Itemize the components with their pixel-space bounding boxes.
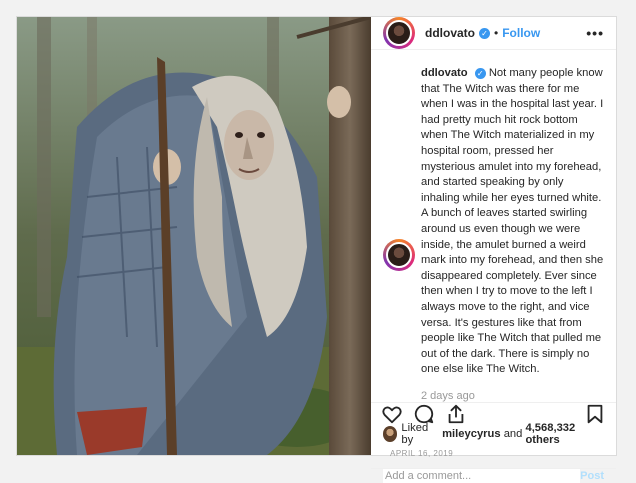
liker-username[interactable]: mileycyrus [442, 428, 500, 440]
share-icon[interactable] [445, 403, 467, 425]
liker-avatar[interactable] [383, 425, 398, 442]
verified-badge-icon: ✓ [474, 67, 486, 79]
post-caption: ddlovato ✓ Not many people know that The… [421, 66, 604, 378]
header-separator: • [494, 26, 499, 40]
post-comment-button[interactable]: Post [580, 470, 604, 482]
profile-avatar[interactable] [383, 17, 415, 49]
header-username[interactable]: ddlovato [425, 26, 475, 40]
caption-text: Not many people know that The Witch was … [421, 67, 604, 376]
post-date[interactable]: APRIL 16, 2019 [371, 443, 616, 468]
caption-timestamp[interactable]: 2 days ago [421, 390, 604, 402]
heart-icon[interactable] [381, 403, 403, 425]
avatar-image [386, 20, 412, 46]
instagram-post: ddlovato ✓ • Follow ••• ddlovato ✓ Not m… [16, 16, 617, 483]
comment-input[interactable] [383, 468, 581, 483]
add-comment-bar: Post [371, 467, 616, 483]
post-header: ddlovato ✓ • Follow ••• [371, 17, 616, 50]
caption-avatar[interactable] [383, 239, 415, 271]
follow-button[interactable]: Follow [502, 26, 540, 40]
post-sidebar: ddlovato ✓ • Follow ••• ddlovato ✓ Not m… [371, 17, 616, 483]
likes-summary: Liked by mileycyrus and 4,568,332 others [371, 422, 616, 446]
more-options-icon[interactable]: ••• [586, 25, 604, 41]
likes-and: and [503, 427, 523, 440]
verified-badge-icon: ✓ [479, 27, 490, 39]
witch-photo-illustration [17, 17, 371, 455]
caption-username[interactable]: ddlovato [421, 67, 468, 79]
post-photo[interactable] [17, 17, 371, 455]
avatar-image [386, 242, 412, 268]
comments-section: ddlovato ✓ Not many people know that The… [371, 50, 616, 402]
